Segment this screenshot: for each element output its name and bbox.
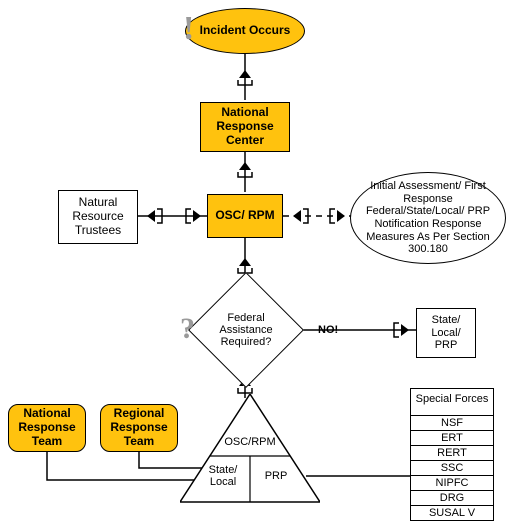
arrow-icon xyxy=(393,319,409,341)
arrow-icon xyxy=(147,205,163,227)
node-osc-rpm: OSC/ RPM xyxy=(207,194,283,238)
node-national-response-center: National Response Center xyxy=(200,102,290,152)
node-state-local-prp: State/ Local/ PRP xyxy=(416,308,476,358)
edge-label-no: NO! xyxy=(318,324,338,336)
node-label: National Response Team xyxy=(15,407,79,448)
node-national-response-team: National Response Team xyxy=(8,404,86,452)
table-row: RERT xyxy=(411,445,493,460)
table-row: DRG xyxy=(411,490,493,505)
node-label: Incident Occurs xyxy=(200,24,291,38)
node-incident-occurs: Incident Occurs xyxy=(185,8,305,54)
node-label: Regional Response Team xyxy=(107,407,171,448)
table-row: SUSAL V xyxy=(411,505,493,520)
node-label: Federal Assistance Required? xyxy=(204,312,288,348)
arrow-icon xyxy=(293,205,309,227)
arrow-icon xyxy=(234,162,256,178)
pyramid-label-top: OSC/RPM xyxy=(220,436,280,448)
node-label: National Response Center xyxy=(207,106,283,147)
node-regional-response-team: Regional Response Team xyxy=(100,404,178,452)
flowchart-canvas: Incident Occurs ! National Response Cent… xyxy=(0,0,519,517)
table-row: SSC xyxy=(411,460,493,475)
node-label: Initial Assessment/ First Response Feder… xyxy=(357,180,499,256)
table-row: NSF xyxy=(411,416,493,430)
pyramid-label-br: PRP xyxy=(254,470,298,482)
exclamation-icon: ! xyxy=(183,10,194,48)
node-label: OSC/ RPM xyxy=(215,209,274,223)
arrow-icon xyxy=(185,205,201,227)
node-natural-resource-trustees: Natural Resource Trustees xyxy=(58,190,138,244)
node-decision-federal-assistance: Federal Assistance Required? xyxy=(190,288,302,372)
node-pyramid-osc-structure: OSC/RPM State/ Local PRP xyxy=(180,394,320,504)
node-initial-assessment: Initial Assessment/ First Response Feder… xyxy=(350,172,506,264)
arrow-icon xyxy=(329,205,345,227)
pyramid-label-bl: State/ Local xyxy=(198,464,248,488)
node-special-forces-table: Special Forces NSFERTRERTSSCNIPFCDRGSUSA… xyxy=(410,388,494,521)
arrow-icon xyxy=(234,70,256,86)
table-header: Special Forces xyxy=(411,389,493,416)
question-icon: ? xyxy=(180,312,195,346)
node-label: Natural Resource Trustees xyxy=(65,196,131,237)
table-row: ERT xyxy=(411,430,493,445)
table-row: NIPFC xyxy=(411,475,493,490)
node-label: State/ Local/ PRP xyxy=(423,314,469,352)
